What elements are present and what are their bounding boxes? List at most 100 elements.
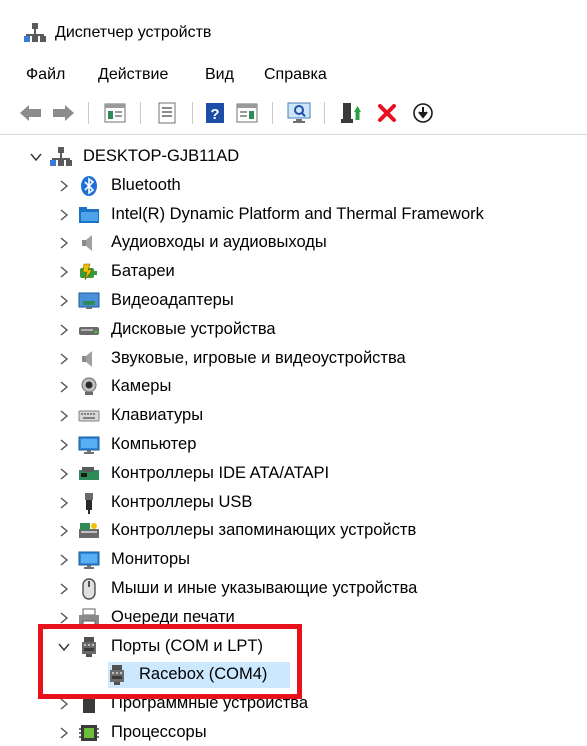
toolbar-separator: [192, 102, 193, 124]
expand-chevron-icon[interactable]: [57, 553, 71, 567]
help-icon: ?: [206, 103, 224, 123]
tree-device-item[interactable]: Racebox (COM4): [0, 661, 587, 689]
expand-chevron-icon[interactable]: [57, 611, 71, 625]
tree-category[interactable]: Звуковые, игровые и видеоустройства: [0, 345, 587, 373]
tree-category[interactable]: Программные устройства: [0, 690, 587, 718]
expand-chevron-icon[interactable]: [57, 208, 71, 222]
tree-node-label: Камеры: [111, 377, 172, 396]
expand-chevron-icon[interactable]: [57, 236, 71, 250]
tree-node-label: DESKTOP-GJB11AD: [83, 147, 240, 165]
expand-chevron-icon[interactable]: [57, 409, 71, 423]
expand-chevron-icon[interactable]: [57, 467, 71, 481]
expand-chevron-icon[interactable]: [57, 438, 71, 452]
tree-node-label: Контроллеры IDE ATA/ATAPI: [111, 463, 330, 482]
tree-category[interactable]: Клавиатуры: [0, 402, 587, 430]
expand-chevron-icon[interactable]: [57, 496, 71, 510]
tree-category[interactable]: Камеры: [0, 373, 587, 401]
tree-category[interactable]: Контроллеры USB: [0, 489, 587, 517]
device-manager-app-icon: [24, 23, 46, 43]
tree-node-label: Мониторы: [111, 550, 191, 569]
printer-icon: [78, 607, 100, 629]
toolbar-separator: [140, 102, 141, 124]
action-pane-icon: [236, 103, 258, 123]
tree-node-label: Звуковые, игровые и видеоустройства: [111, 348, 406, 367]
back-button[interactable]: [18, 100, 44, 126]
expand-chevron-icon[interactable]: [57, 323, 71, 337]
monitor-icon: [78, 434, 100, 456]
tree-node-label: Racebox (COM4): [139, 665, 268, 684]
forward-button[interactable]: [50, 100, 76, 126]
update-driver-button[interactable]: [338, 100, 364, 126]
tree-node-label: Клавиатуры: [111, 406, 204, 425]
tree-category[interactable]: Аудиовходы и аудиовыходы: [0, 229, 587, 257]
disable-device-button[interactable]: [410, 100, 436, 126]
display-adapter-icon: [78, 290, 100, 312]
tree-root-computer[interactable]: DESKTOP-GJB11AD: [0, 143, 587, 171]
update-driver-icon: [341, 103, 361, 123]
menu-action[interactable]: Действие: [96, 66, 170, 84]
toolbar-separator: [324, 102, 325, 124]
console-tree-icon: [104, 103, 126, 123]
arrow-left-icon: [20, 105, 41, 121]
collapse-chevron-icon[interactable]: [29, 150, 43, 164]
menu-bar: Файл Действие Вид Справка: [0, 58, 587, 90]
processor-icon: [78, 722, 100, 744]
tree-node-label: Видеоадаптеры: [111, 291, 234, 309]
tree-category[interactable]: Контроллеры IDE ATA/ATAPI: [0, 460, 587, 488]
folder-icon: [78, 204, 100, 226]
tree-category[interactable]: Очереди печати: [0, 604, 587, 632]
expand-chevron-icon[interactable]: [57, 380, 71, 394]
expand-chevron-icon[interactable]: [57, 179, 71, 193]
toolbar: ?: [0, 92, 587, 135]
tree-category[interactable]: Intel(R) Dynamic Platform and Thermal Fr…: [0, 201, 587, 229]
tree-category[interactable]: Контроллеры запоминающих устройств: [0, 517, 587, 545]
tree-category[interactable]: Процессоры: [0, 719, 587, 746]
tree-node-label: Программные устройства: [111, 694, 309, 713]
tree-category[interactable]: Видеоадаптеры: [0, 287, 587, 315]
tree-category[interactable]: Bluetooth: [0, 172, 587, 200]
tree-category[interactable]: Порты (COM и LPT): [0, 633, 587, 661]
tree-category[interactable]: Мониторы: [0, 546, 587, 574]
show-hide-console-tree-button[interactable]: [102, 100, 128, 126]
collapse-chevron-icon[interactable]: [57, 640, 71, 654]
tree-node-label: Компьютер: [111, 435, 197, 453]
toolbar-separator: [88, 102, 89, 124]
tree-category[interactable]: Компьютер: [0, 431, 587, 459]
menu-view[interactable]: Вид: [203, 66, 236, 84]
scan-hardware-button[interactable]: [286, 100, 312, 126]
expand-chevron-icon[interactable]: [57, 726, 71, 740]
toolbar-separator: [272, 102, 273, 124]
expand-chevron-icon[interactable]: [57, 524, 71, 538]
ide-controller-icon: [78, 463, 100, 485]
help-button[interactable]: ?: [202, 100, 228, 126]
tree-category[interactable]: Батареи: [0, 258, 587, 286]
battery-icon: [78, 261, 100, 283]
uninstall-device-button[interactable]: [374, 100, 400, 126]
tree-node-label: Батареи: [111, 262, 175, 281]
properties-button[interactable]: [154, 100, 180, 126]
speaker-icon: [78, 348, 100, 370]
port-icon: [106, 664, 128, 686]
tree-node-label: Очереди печати: [111, 607, 235, 626]
expand-chevron-icon[interactable]: [57, 294, 71, 308]
expand-chevron-icon[interactable]: [57, 582, 71, 596]
port-icon: [78, 636, 100, 658]
tree-category[interactable]: Мыши и иные указывающие устройства: [0, 575, 587, 603]
expand-chevron-icon[interactable]: [57, 352, 71, 366]
expand-chevron-icon[interactable]: [57, 697, 71, 711]
svg-text:?: ?: [210, 106, 219, 123]
tree-node-label: Bluetooth: [111, 175, 181, 194]
expand-chevron-icon[interactable]: [57, 265, 71, 279]
device-tree: DESKTOP-GJB11AD Bluetooth Intel(R) Dynamic…: [0, 135, 587, 746]
menu-file[interactable]: Файл: [24, 66, 67, 84]
computer-network-icon: [50, 146, 72, 168]
menu-help[interactable]: Справка: [262, 66, 329, 84]
camera-icon: [78, 376, 100, 398]
tree-category[interactable]: Дисковые устройства: [0, 316, 587, 344]
down-arrow-circle-icon: [413, 103, 433, 123]
tree-node-label: Контроллеры запоминающих устройств: [111, 521, 417, 540]
show-action-pane-button[interactable]: [234, 100, 260, 126]
monitor-scan-icon: [287, 102, 311, 123]
tree-node-label: Порты (COM и LPT): [111, 636, 263, 655]
tree-node-label: Процессоры: [111, 723, 207, 741]
